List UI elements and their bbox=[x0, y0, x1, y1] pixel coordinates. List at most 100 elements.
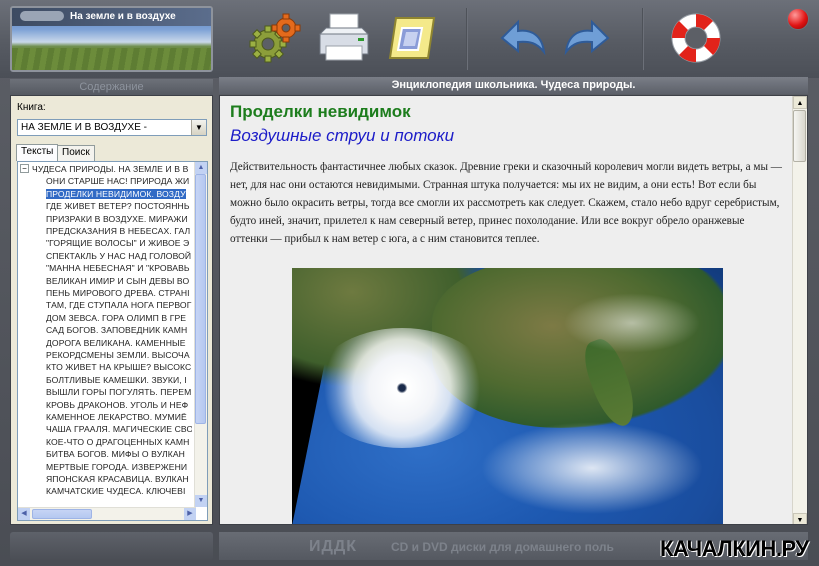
watermark: КАЧАЛКИН.РУ bbox=[660, 536, 809, 561]
logo-tab bbox=[20, 11, 64, 21]
tree-item-label: ДОРОГА ВЕЛИКАНА. КАМЕННЫЕ bbox=[46, 337, 186, 348]
tree-item[interactable]: РЕКОРДСМЕНЫ ЗЕМЛИ. ВЫСОЧА bbox=[46, 349, 192, 361]
tree-item-label: БОЛТЛИВЫЕ КАМЕШКИ. ЗВУКИ, І bbox=[46, 374, 187, 385]
tab-search[interactable]: Поиск bbox=[57, 145, 95, 161]
photo-clouds bbox=[472, 418, 712, 518]
tree-item[interactable]: ТАМ, ГДЕ СТУПАЛА НОГА ПЕРВОГ bbox=[46, 299, 192, 311]
scroll-up-icon[interactable]: ▲ bbox=[195, 162, 207, 174]
scroll-left-icon[interactable]: ◀ bbox=[18, 508, 30, 520]
tree-item[interactable]: КАМЕННОЕ ЛЕКАРСТВО. МУМИЁ bbox=[46, 411, 192, 423]
tree-item-label: ЧУДЕСА ПРИРОДЫ. НА ЗЕМЛЕ И В В bbox=[32, 164, 189, 174]
scroll-right-icon[interactable]: ▶ bbox=[184, 508, 196, 520]
tree-item[interactable]: ОНИ СТАРШЕ НАС! ПРИРОДА ЖИ bbox=[46, 175, 192, 187]
tree-item-label: ТАМ, ГДЕ СТУПАЛА НОГА ПЕРВОГ bbox=[46, 300, 192, 311]
logo-title: На земле и в воздухе bbox=[70, 11, 176, 22]
article-heading: Проделки невидимок bbox=[230, 102, 411, 121]
tree-item[interactable]: ЧАША ГРААЛЯ. МАГИЧЕСКИЕ СВО bbox=[46, 423, 192, 435]
help-icon bbox=[671, 13, 721, 63]
collapse-icon[interactable]: − bbox=[20, 164, 29, 173]
tree-item-label: "МАННА НЕБЕСНАЯ" И "КРОВАВЬ bbox=[46, 263, 190, 274]
bookmark-icon bbox=[388, 17, 436, 59]
tree-item-label: ПРОДЕЛКИ НЕВИДИМОК. ВОЗДУ bbox=[46, 188, 186, 199]
tree-item[interactable]: СПЕКТАКЛЬ У НАС НАД ГОЛОВОЙ bbox=[46, 250, 192, 262]
tree-item[interactable]: ГДЕ ЖИВЕТ ВЕТЕР? ПОСТОЯННЬ bbox=[46, 200, 192, 212]
scroll-down-icon[interactable]: ▼ bbox=[793, 513, 807, 524]
toolbar-separator bbox=[466, 8, 468, 70]
article-vertical-scrollbar[interactable]: ▲ ▼ bbox=[792, 96, 807, 524]
tree-item-label: ВЫШЛИ ГОРЫ ПОГУЛЯТЬ. ПЕРЕМ bbox=[46, 387, 192, 398]
tree-item[interactable]: "ГОРЯЩИЕ ВОЛОСЫ" И ЖИВОЕ Э bbox=[46, 237, 192, 249]
bookmark-button[interactable] bbox=[384, 10, 440, 66]
tree-item-label: КОЕ-ЧТО О ДРАГОЦЕННЫХ КАМН bbox=[46, 436, 190, 447]
contents-tree[interactable]: − ЧУДЕСА ПРИРОДЫ. НА ЗЕМЛЕ И В В ОНИ СТАР… bbox=[17, 161, 208, 521]
toolbar-separator bbox=[642, 8, 644, 70]
photo-clouds bbox=[552, 288, 712, 358]
tab-texts[interactable]: Тексты bbox=[16, 144, 59, 161]
tree-item-label: КАМЧАТСКИЕ ЧУДЕСА. КЛЮЧЕВІ bbox=[46, 486, 186, 497]
tree-item[interactable]: ДОРОГА ВЕЛИКАНА. КАМЕННЫЕ bbox=[46, 337, 192, 349]
close-button[interactable] bbox=[787, 8, 809, 30]
tree-item-label: ДОМ ЗЕВСА. ГОРА ОЛИМП В ГРЕ bbox=[46, 312, 187, 323]
footer-tagline: CD и DVD диски для домашнего поль bbox=[391, 540, 614, 554]
top-toolbar: На земле и в воздухе bbox=[0, 0, 819, 78]
article-scroll-thumb[interactable] bbox=[793, 110, 806, 162]
tree-item-label: ЯПОНСКАЯ КРАСАВИЦА. ВУЛКАН bbox=[46, 474, 189, 484]
book-select[interactable]: НА ЗЕМЛЕ И В ВОЗДУХЕ - ▼ bbox=[17, 119, 207, 136]
tree-item[interactable]: ПРЕДСКАЗАНИЯ В НЕБЕСАХ. ГАЛ bbox=[46, 225, 192, 237]
tree-item[interactable]: ВЕЛИКАН ИМИР И СЫН ДЕВЫ ВО bbox=[46, 275, 192, 287]
tree-vertical-scrollbar[interactable]: ▲ ▼ bbox=[194, 162, 207, 507]
settings-button[interactable] bbox=[248, 10, 304, 66]
tree-item[interactable]: ПЕНЬ МИРОВОГО ДРЕВА. СТРАНІ bbox=[46, 287, 192, 299]
tree-item-label: РЕКОРДСМЕНЫ ЗЕМЛИ. ВЫСОЧА bbox=[46, 350, 190, 360]
print-icon bbox=[318, 13, 370, 61]
book-select-value: НА ЗЕМЛЕ И В ВОЗДУХЕ - bbox=[21, 122, 147, 133]
tree-scroll-thumb[interactable] bbox=[195, 174, 206, 424]
tree-item[interactable]: "МАННА НЕБЕСНАЯ" И "КРОВАВЬ bbox=[46, 262, 192, 274]
help-button[interactable] bbox=[668, 10, 724, 66]
article-panel: Проделки невидимок Воздушные струи и пот… bbox=[219, 95, 808, 525]
tree-horizontal-scrollbar[interactable]: ◀ ▶ bbox=[18, 507, 196, 520]
tree-item-label: БИТВА БОГОВ. МИФЫ О ВУЛКАН bbox=[46, 449, 185, 460]
logo-field bbox=[12, 48, 211, 70]
tree-item-label: ЧАША ГРААЛЯ. МАГИЧЕСКИЕ СВО bbox=[46, 424, 192, 435]
print-button[interactable] bbox=[316, 10, 372, 66]
tree-item[interactable]: КАМЧАТСКИЕ ЧУДЕСА. КЛЮЧЕВІ bbox=[46, 485, 192, 497]
article-subheading: Воздушные струи и потоки bbox=[230, 126, 455, 145]
tree-item[interactable]: ЯПОНСКАЯ КРАСАВИЦА. ВУЛКАН bbox=[46, 473, 192, 485]
tree-item-label: КАМЕННОЕ ЛЕКАРСТВО. МУМИЁ bbox=[46, 412, 187, 422]
contents-panel: Книга: НА ЗЕМЛЕ И В ВОЗДУХЕ - ▼ Тексты П… bbox=[10, 95, 213, 525]
tree-item-label: КРОВЬ ДРАКОНОВ. УГОЛЬ И НЕФ bbox=[46, 399, 189, 410]
tree-item-label: МЕРТВЫЕ ГОРОДА. ИЗВЕРЖЕНИ bbox=[46, 461, 188, 472]
tree-hscroll-thumb[interactable] bbox=[32, 509, 92, 519]
scroll-down-icon[interactable]: ▼ bbox=[195, 495, 207, 507]
scroll-up-icon[interactable]: ▲ bbox=[793, 96, 807, 109]
tree-item[interactable]: КРОВЬ ДРАКОНОВ. УГОЛЬ И НЕФ bbox=[46, 399, 192, 411]
tree-item[interactable]: МЕРТВЫЕ ГОРОДА. ИЗВЕРЖЕНИ bbox=[46, 461, 192, 473]
chevron-down-icon[interactable]: ▼ bbox=[191, 120, 206, 135]
tree-item-label: КТО ЖИВЕТ НА КРЫШЕ? ВЫСОКС bbox=[46, 362, 192, 373]
tree-item[interactable]: ПРОДЕЛКИ НЕВИДИМОК. ВОЗДУ bbox=[46, 188, 192, 200]
tree-item[interactable]: ВЫШЛИ ГОРЫ ПОГУЛЯТЬ. ПЕРЕМ bbox=[46, 386, 192, 398]
tree-item-label: ОНИ СТАРШЕ НАС! ПРИРОДА ЖИ bbox=[46, 176, 190, 187]
tree-item[interactable]: ПРИЗРАКИ В ВОЗДУХЕ. МИРАЖИ bbox=[46, 213, 192, 225]
tree-item-label: ВЕЛИКАН ИМИР И СЫН ДЕВЫ ВО bbox=[46, 275, 190, 286]
tree-item-label: СПЕКТАКЛЬ У НАС НАД ГОЛОВОЙ bbox=[46, 250, 192, 261]
tree-item[interactable]: КТО ЖИВЕТ НА КРЫШЕ? ВЫСОКС bbox=[46, 361, 192, 373]
photo-hurricane bbox=[312, 328, 492, 448]
hurricane-satellite-image bbox=[292, 268, 723, 524]
back-button[interactable] bbox=[494, 10, 550, 66]
settings-icon bbox=[249, 13, 301, 63]
back-icon bbox=[500, 19, 546, 56]
tree-item-label: ГДЕ ЖИВЕТ ВЕТЕР? ПОСТОЯННЬ bbox=[46, 201, 190, 212]
tree-item[interactable]: КОЕ-ЧТО О ДРАГОЦЕННЫХ КАМН bbox=[46, 436, 192, 448]
tree-item[interactable]: ЧУДЕСА ПРИРОДЫ. НА ЗЕМЛЕ И В В bbox=[32, 163, 192, 175]
forward-button[interactable] bbox=[560, 10, 616, 66]
tree-item[interactable]: САД БОГОВ. ЗАПОВЕДНИК КАМН bbox=[46, 324, 192, 336]
tree-item[interactable]: БОЛТЛИВЫЕ КАМЕШКИ. ЗВУКИ, І bbox=[46, 374, 192, 386]
footer-brand: ИДДК bbox=[309, 538, 358, 555]
book-label: Книга: bbox=[17, 102, 46, 113]
tree-item[interactable]: БИТВА БОГОВ. МИФЫ О ВУЛКАН bbox=[46, 448, 192, 460]
footer-left-panel bbox=[10, 532, 213, 560]
tree-item[interactable]: ДОМ ЗЕВСА. ГОРА ОЛИМП В ГРЕ bbox=[46, 312, 192, 324]
article-body: Действительность фантастичнее любых сказ… bbox=[230, 161, 782, 245]
